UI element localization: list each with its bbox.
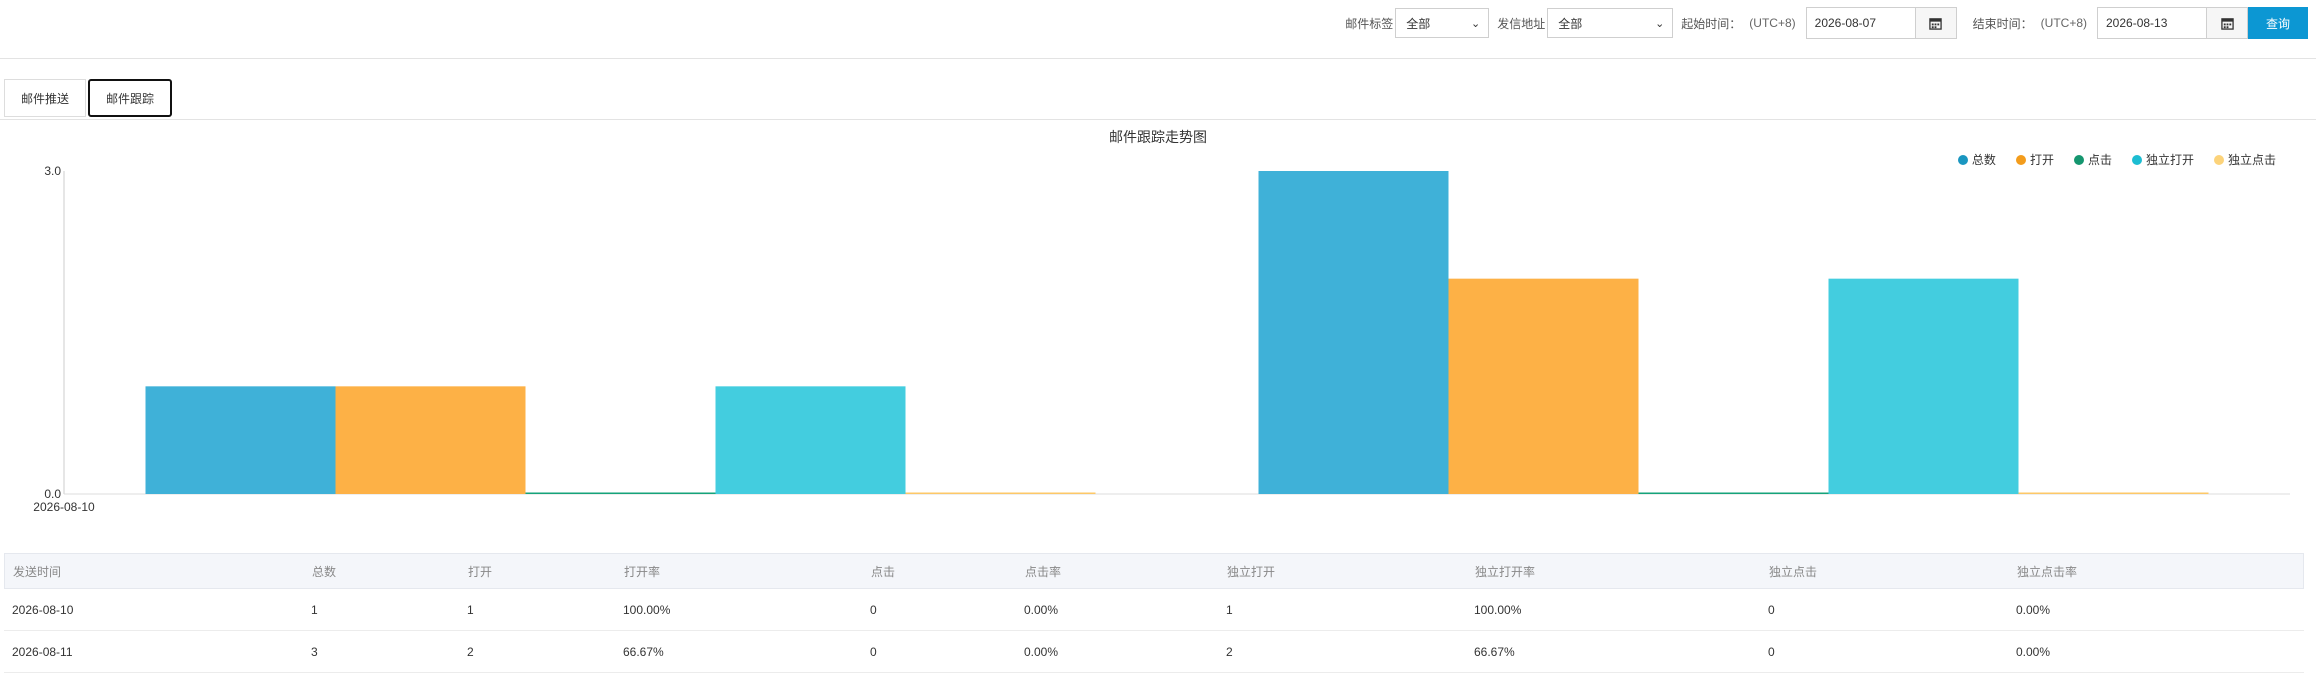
start-time-label: 起始时间： [1681,16,1742,31]
table-cell: 66.67% [1474,644,1515,659]
column-header: 打开率 [624,564,661,579]
tag-label: 邮件标签 [1345,16,1394,31]
start-date-picker[interactable]: 2026-08-07 [1805,7,1957,39]
query-button[interactable]: 查询 [2248,7,2308,39]
calendar-icon[interactable] [2206,8,2247,38]
bar-1-1 [1448,278,1639,494]
table-cell: 0 [1768,602,1775,617]
table-cell: 100.00% [623,602,671,617]
tag-select[interactable]: 全部 ⌄ [1395,8,1490,38]
column-header: 独立点击 [1769,564,1818,579]
table-cell: 2026-08-11 [12,644,73,659]
table-cell: 0 [870,602,877,617]
bar-0-1 [1258,171,1449,494]
end-time-label: 结束时间： [1972,16,2033,31]
table-cell: 100.00% [1474,602,1522,617]
chevron-down-icon: ⌄ [1655,17,1665,30]
bar-3-1 [1828,278,2019,494]
bar-3-0 [715,386,906,494]
column-header: 点击率 [1025,564,1062,579]
bar-4-0 [905,492,1096,494]
table-cell: 1 [467,602,474,617]
calendar-icon[interactable] [1914,8,1956,38]
table-cell: 2 [1226,644,1233,659]
start-date-input[interactable]: 2026-08-07 [1807,8,1915,38]
end-timezone: (UTC+8) [2040,16,2087,30]
column-header: 总数 [312,564,337,579]
divider [0,58,2316,59]
bar-4-1 [2018,492,2209,494]
sender-select-value: 全部 [1558,16,1583,31]
column-header: 打开 [468,564,493,579]
tab-bar: 邮件推送 邮件跟踪 [4,79,174,117]
column-header: 独立打开率 [1475,564,1536,579]
table-cell: 0 [870,644,877,659]
table-cell: 0.00% [2016,644,2051,659]
start-timezone: (UTC+8) [1749,16,1796,30]
table-cell: 0 [1768,644,1775,659]
divider [0,119,2316,120]
table-cell: 0.00% [1024,644,1059,659]
chart-title: 邮件跟踪走势图 [1109,129,1207,145]
stats-table: 发送时间 总数 打开 打开率 点击 点击率 独立打开 独立打开率 独立点击 独立… [4,553,2304,673]
bar-1-0 [335,386,526,494]
bar-2-0 [525,492,716,494]
y-tick-label: 3.0 [44,164,61,178]
bar-0-0 [145,386,336,494]
table-cell: 66.67% [623,644,664,659]
table-cell: 2 [467,644,474,659]
table-cell: 0.00% [1024,602,1059,617]
filter-bar: 邮件标签 全部 ⌄ 发信地址 全部 ⌄ 起始时间： (UTC+8) 2026-0… [1345,7,2308,39]
table-cell: 1 [1226,602,1233,617]
column-header: 点击 [871,564,896,579]
tag-select-value: 全部 [1406,16,1431,31]
tab-email-tracking[interactable]: 邮件跟踪 [88,79,173,117]
column-header: 发送时间 [13,564,62,579]
y-tick-label: 0.0 [44,487,61,501]
table-cell: 0.00% [2016,602,2051,617]
table-cell: 3 [311,644,318,659]
tab-email-push[interactable]: 邮件推送 [4,79,87,117]
table-header: 发送时间 总数 打开 打开率 点击 点击率 独立打开 独立打开率 独立点击 独立… [4,553,2304,589]
bar-2-1 [1638,492,1829,494]
table-cell: 2026-08-10 [12,602,74,617]
table-cell: 1 [311,602,318,617]
table-row: 2026-08-11 3 2 66.67% 0 0.00% 2 66.67% 0… [4,631,2304,673]
bar-chart: 3.0 0.02026-08-10 [33,164,2290,514]
end-date-picker[interactable]: 2026-08-13 [2097,7,2248,39]
x-tick-label: 2026-08-10 [33,500,95,514]
column-header: 独立点击率 [2017,564,2078,579]
sender-select[interactable]: 全部 ⌄ [1547,8,1674,38]
chevron-down-icon: ⌄ [1471,17,1481,30]
end-date-input[interactable]: 2026-08-13 [2098,8,2206,38]
table-row: 2026-08-10 1 1 100.00% 0 0.00% 1 100.00%… [4,589,2304,631]
column-header: 独立打开 [1227,564,1276,579]
sender-label: 发信地址 [1497,16,1546,31]
